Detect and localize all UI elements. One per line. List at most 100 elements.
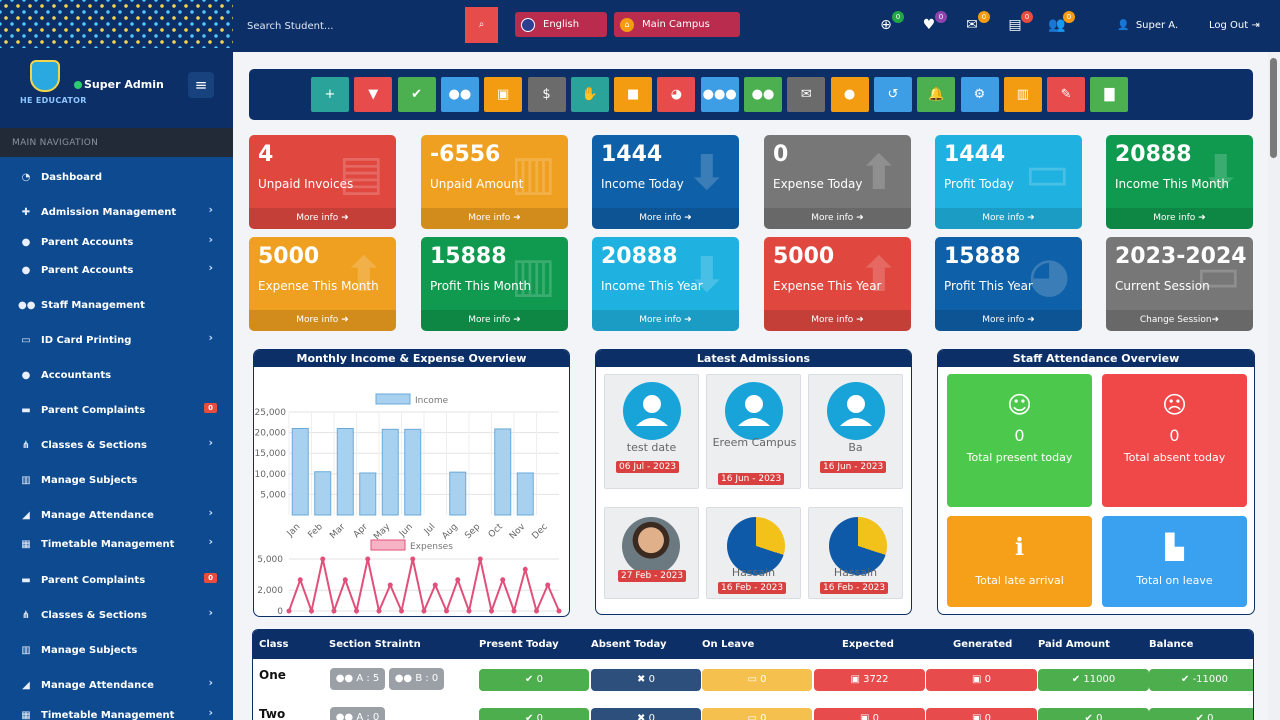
more-info-link[interactable]: Change Session➜ [1106, 310, 1253, 331]
more-info-link[interactable]: More info ➜ [421, 310, 568, 331]
search-button[interactable]: ⌕ [465, 7, 498, 43]
admission-card[interactable]: Ba 16 Jun - 2023 [808, 374, 903, 489]
quick-action-button[interactable]: ↺ [873, 77, 912, 112]
paid-pill[interactable]: ✔ 11000 [1038, 669, 1149, 691]
quick-action-button[interactable]: ▇ [1090, 77, 1129, 112]
quick-action-button[interactable]: ◕ [657, 77, 696, 112]
tasks-icon[interactable]: ▤ 0 [1006, 11, 1033, 33]
absent-pill[interactable]: ✖ 0 [591, 708, 701, 720]
admission-card[interactable]: Hassain 16 Feb - 2023 [706, 507, 801, 599]
attendance-tile[interactable]: ☺ 0 Total present today [947, 374, 1092, 507]
attendance-tile[interactable]: ☹ 0 Total absent today [1102, 374, 1247, 507]
sidebar-item[interactable]: ◢ Manage Attendance › [0, 674, 233, 696]
sidebar-item[interactable]: ●● Staff Management [0, 294, 233, 316]
section-pill[interactable]: ●● A : 5 [330, 668, 385, 690]
more-info-link[interactable]: More info ➜ [249, 208, 396, 229]
sidebar-item-label: Manage Subjects [41, 644, 138, 656]
absent-pill[interactable]: ✖ 0 [591, 669, 701, 691]
quick-action-button[interactable]: ●● [440, 77, 479, 112]
quick-action-button[interactable]: ⚙ [960, 77, 999, 112]
sidebar-item[interactable]: ◢ Manage Attendance › [0, 504, 233, 526]
sidebar-item[interactable]: ▬ Parent Complaints 0 [0, 569, 233, 591]
generated-pill[interactable]: ▣ 0 [926, 708, 1037, 720]
search-input[interactable] [247, 12, 462, 40]
more-info-link[interactable]: More info ➜ [421, 208, 568, 229]
stat-label: Expense This Year [773, 279, 882, 293]
campus-select[interactable]: ⌂ Main Campus [614, 12, 740, 37]
balance-pill[interactable]: ✔ 0 [1149, 708, 1253, 720]
column-header: On Leave [702, 639, 755, 650]
paid-pill[interactable]: ✔ 0 [1038, 708, 1149, 720]
sidebar-item[interactable]: ▥ Manage Subjects [0, 469, 233, 491]
balance-pill[interactable]: ✔ -11000 [1149, 669, 1253, 691]
user-name: Super A. [1135, 20, 1179, 31]
heart-icon[interactable]: ♥ 0 [920, 11, 947, 33]
quick-action-button[interactable]: 🔔 [917, 77, 956, 112]
users-icon[interactable]: 👥 0 [1048, 11, 1075, 33]
section-pill[interactable]: ●● A : 0 [330, 707, 385, 720]
mail-icon[interactable]: ✉ 0 [963, 11, 990, 33]
add-icon[interactable]: ⊕ 0 [877, 11, 904, 33]
expenses-point [466, 608, 472, 614]
scroll-thumb[interactable] [1270, 58, 1277, 158]
present-pill[interactable]: ✔ 0 [479, 708, 589, 720]
quick-action-button[interactable]: ■ [614, 77, 653, 112]
attendance-tile[interactable]: ℹ Total late arrival [947, 516, 1092, 607]
sidebar-item[interactable]: ▥ Manage Subjects [0, 639, 233, 661]
expenses-point [455, 577, 461, 583]
sidebar-item[interactable]: ● Accountants [0, 364, 233, 386]
logout-button[interactable]: Log Out ⇥ [1209, 20, 1260, 31]
expected-pill[interactable]: ▣ 0 [814, 708, 925, 720]
present-pill[interactable]: ✔ 0 [479, 669, 589, 691]
sidebar-item[interactable]: ⋔ Classes & Sections › [0, 434, 233, 456]
sidebar-item[interactable]: ▦ Timetable Management › [0, 704, 233, 720]
more-info-link[interactable]: More info ➜ [935, 208, 1082, 229]
admission-card[interactable]: 27 Feb - 2023 [604, 507, 699, 599]
admission-card[interactable]: Ereem Campus 16 Jun - 2023 [706, 374, 801, 489]
quick-action-button[interactable]: $ [527, 77, 566, 112]
stat-label: Profit This Year [944, 279, 1033, 293]
quick-action-button[interactable]: ✋ [570, 77, 609, 112]
expenses-point [399, 608, 404, 614]
quick-action-button[interactable]: ●● [744, 77, 782, 112]
expenses-point [500, 577, 506, 583]
quick-action-button[interactable]: ● [830, 77, 869, 112]
sidebar-item[interactable]: ● Parent Accounts › [0, 231, 233, 253]
menu-toggle-button[interactable]: ≡ [188, 72, 214, 98]
quick-action-button[interactable]: + [311, 77, 349, 112]
quick-action-button[interactable]: ●●● [700, 77, 739, 112]
leave-pill[interactable]: ▭ 0 [702, 669, 812, 691]
language-select[interactable]: English [515, 12, 607, 37]
quick-action-button[interactable]: ▼ [354, 77, 393, 112]
expected-pill[interactable]: ▣ 3722 [814, 669, 925, 691]
user-menu[interactable]: 👤 Super A. [1117, 20, 1178, 31]
section-pill[interactable]: ●● B : 0 [389, 668, 444, 690]
leave-pill[interactable]: ▭ 0 [702, 708, 812, 720]
sidebar-item[interactable]: ⋔ Classes & Sections › [0, 604, 233, 626]
more-info-link[interactable]: More info ➜ [592, 208, 739, 229]
card-background-icon: ◕ [1028, 247, 1070, 303]
check-icon: ✔ [1181, 674, 1193, 685]
quick-action-button[interactable]: ✎ [1047, 77, 1086, 112]
quick-action-button[interactable]: ▣ [484, 77, 523, 112]
quick-action-button[interactable]: ▥ [1003, 77, 1042, 112]
generated-pill[interactable]: ▣ 0 [926, 669, 1037, 691]
more-info-link[interactable]: More info ➜ [764, 310, 911, 331]
more-info-link[interactable]: More info ➜ [764, 208, 911, 229]
admission-card[interactable]: Hassain 16 Feb - 2023 [808, 507, 903, 599]
sidebar-item[interactable]: ✚ Admission Management › [0, 201, 233, 223]
money-icon: ▣ [859, 713, 873, 720]
sidebar-item[interactable]: ◔ Dashboard [0, 166, 233, 188]
more-info-link[interactable]: More info ➜ [1106, 208, 1253, 229]
more-info-link[interactable]: More info ➜ [592, 310, 739, 331]
sidebar-item[interactable]: ▭ ID Card Printing › [0, 329, 233, 351]
sidebar-item[interactable]: ● Parent Accounts › [0, 259, 233, 281]
attendance-tile[interactable]: ▙ Total on leave [1102, 516, 1247, 607]
more-info-link[interactable]: More info ➜ [935, 310, 1082, 331]
sidebar-item[interactable]: ▦ Timetable Management › [0, 533, 233, 555]
more-info-link[interactable]: More info ➜ [249, 310, 396, 331]
sidebar-item[interactable]: ▬ Parent Complaints 0 [0, 399, 233, 421]
quick-action-button[interactable]: ✉ [787, 77, 826, 112]
admission-card[interactable]: test date 06 Jul - 2023 [604, 374, 699, 489]
quick-action-button[interactable]: ✔ [397, 77, 436, 112]
